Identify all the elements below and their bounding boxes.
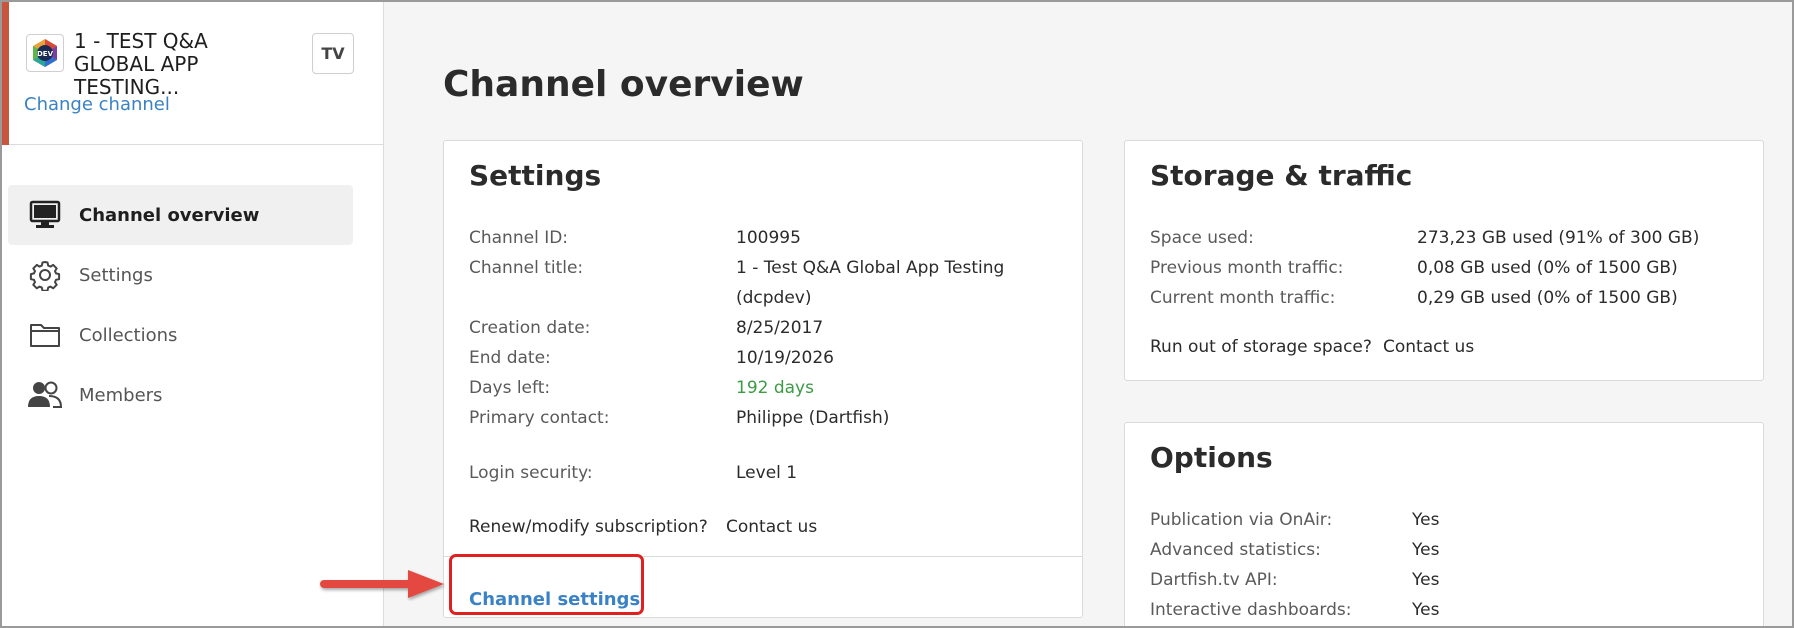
storage-contact-link[interactable]: Contact us (1383, 332, 1474, 362)
annotation-arrow-icon (320, 570, 444, 598)
end-date-value: 10/19/2026 (736, 348, 834, 368)
interactive-dashboards-label: Interactive dashboards: (1150, 600, 1352, 620)
renew-contact-link[interactable]: Contact us (726, 512, 817, 542)
sidebar-item-label: Members (79, 384, 163, 406)
creation-date-value: 8/25/2017 (736, 318, 824, 338)
options-card: Options Publication via OnAir: Yes Advan… (1124, 422, 1764, 626)
publication-onair-label: Publication via OnAir: (1150, 510, 1333, 530)
channel-title-label: Channel title: (469, 258, 584, 278)
change-channel-link[interactable]: Change channel (24, 94, 170, 115)
interactive-dashboards-value: Yes (1412, 600, 1440, 620)
current-month-traffic-label: Current month traffic: (1150, 288, 1336, 308)
space-used-value: 273,23 GB used (91% of 300 GB) (1417, 228, 1700, 248)
sidebar-item-label: Channel overview (79, 204, 260, 226)
previous-month-traffic-value: 0,08 GB used (0% of 1500 GB) (1417, 258, 1678, 278)
channel-name: 1 - TEST Q&A GLOBAL APP TESTING... (74, 29, 208, 99)
login-security-value: Level 1 (736, 463, 798, 483)
options-card-title: Options (1150, 441, 1273, 474)
advanced-statistics-label: Advanced statistics: (1150, 540, 1321, 560)
gear-icon (27, 257, 63, 293)
settings-details: Channel ID: 100995 Channel title: 1 - Te… (469, 223, 1059, 523)
annotation-highlight-box (449, 554, 644, 615)
previous-month-traffic-label: Previous month traffic: (1150, 258, 1344, 278)
storage-card-title: Storage & traffic (1150, 159, 1413, 192)
primary-contact-label: Primary contact: (469, 408, 610, 428)
options-details: Publication via OnAir: Yes Advanced stat… (1150, 505, 1740, 626)
channel-id-label: Channel ID: (469, 228, 569, 248)
sidebar-item-collections[interactable]: Collections (8, 305, 353, 365)
channel-logo-icon: DEV (33, 39, 57, 67)
current-month-traffic-value: 0,29 GB used (0% of 1500 GB) (1417, 288, 1678, 308)
sidebar-item-members[interactable]: Members (8, 365, 353, 425)
settings-card: Settings Channel ID: 100995 Channel titl… (443, 140, 1083, 618)
renew-text: Renew/modify subscription? (469, 517, 708, 537)
monitor-icon (27, 197, 63, 233)
storage-details: Space used: 273,23 GB used (91% of 300 G… (1150, 223, 1740, 323)
members-icon (27, 377, 63, 413)
renew-row: Renew/modify subscription? Contact us (469, 512, 1059, 542)
svg-text:DEV: DEV (37, 50, 54, 58)
dartfish-api-value: Yes (1412, 570, 1440, 590)
channel-title-value: 1 - Test Q&A Global App Testing (736, 258, 1005, 278)
app-window: DEV 1 - TEST Q&A GLOBAL APP TESTING... T… (0, 0, 1794, 628)
storage-contact-row: Run out of storage space? Contact us (1150, 332, 1740, 362)
advanced-statistics-value: Yes (1412, 540, 1440, 560)
storage-card: Storage & traffic Space used: 273,23 GB … (1124, 140, 1764, 381)
folder-icon (27, 317, 63, 353)
page-title: Channel overview (443, 64, 804, 105)
sidebar-item-settings[interactable]: Settings (8, 245, 353, 305)
sidebar-item-label: Settings (79, 264, 153, 286)
space-used-label: Space used: (1150, 228, 1254, 248)
channel-logo: DEV (26, 34, 64, 72)
primary-contact-value: Philippe (Dartfish) (736, 408, 890, 428)
sidebar-item-label: Collections (79, 324, 178, 346)
channel-title-value-line2: (dcpdev) (736, 288, 812, 308)
days-left-value: 192 days (736, 378, 814, 398)
dartfish-api-label: Dartfish.tv API: (1150, 570, 1278, 590)
login-security-label: Login security: (469, 463, 593, 483)
settings-card-title: Settings (469, 159, 602, 192)
publication-onair-value: Yes (1412, 510, 1440, 530)
channel-id-value: 100995 (736, 228, 801, 248)
days-left-label: Days left: (469, 378, 551, 398)
sidebar: DEV 1 - TEST Q&A GLOBAL APP TESTING... T… (2, 2, 384, 626)
sidebar-item-channel-overview[interactable]: Channel overview (8, 185, 353, 245)
end-date-label: End date: (469, 348, 551, 368)
creation-date-label: Creation date: (469, 318, 591, 338)
tv-button[interactable]: TV (312, 33, 354, 74)
run-out-text: Run out of storage space? (1150, 337, 1372, 357)
channel-header: DEV 1 - TEST Q&A GLOBAL APP TESTING... T… (2, 2, 384, 145)
channel-accent-bar (2, 2, 9, 145)
